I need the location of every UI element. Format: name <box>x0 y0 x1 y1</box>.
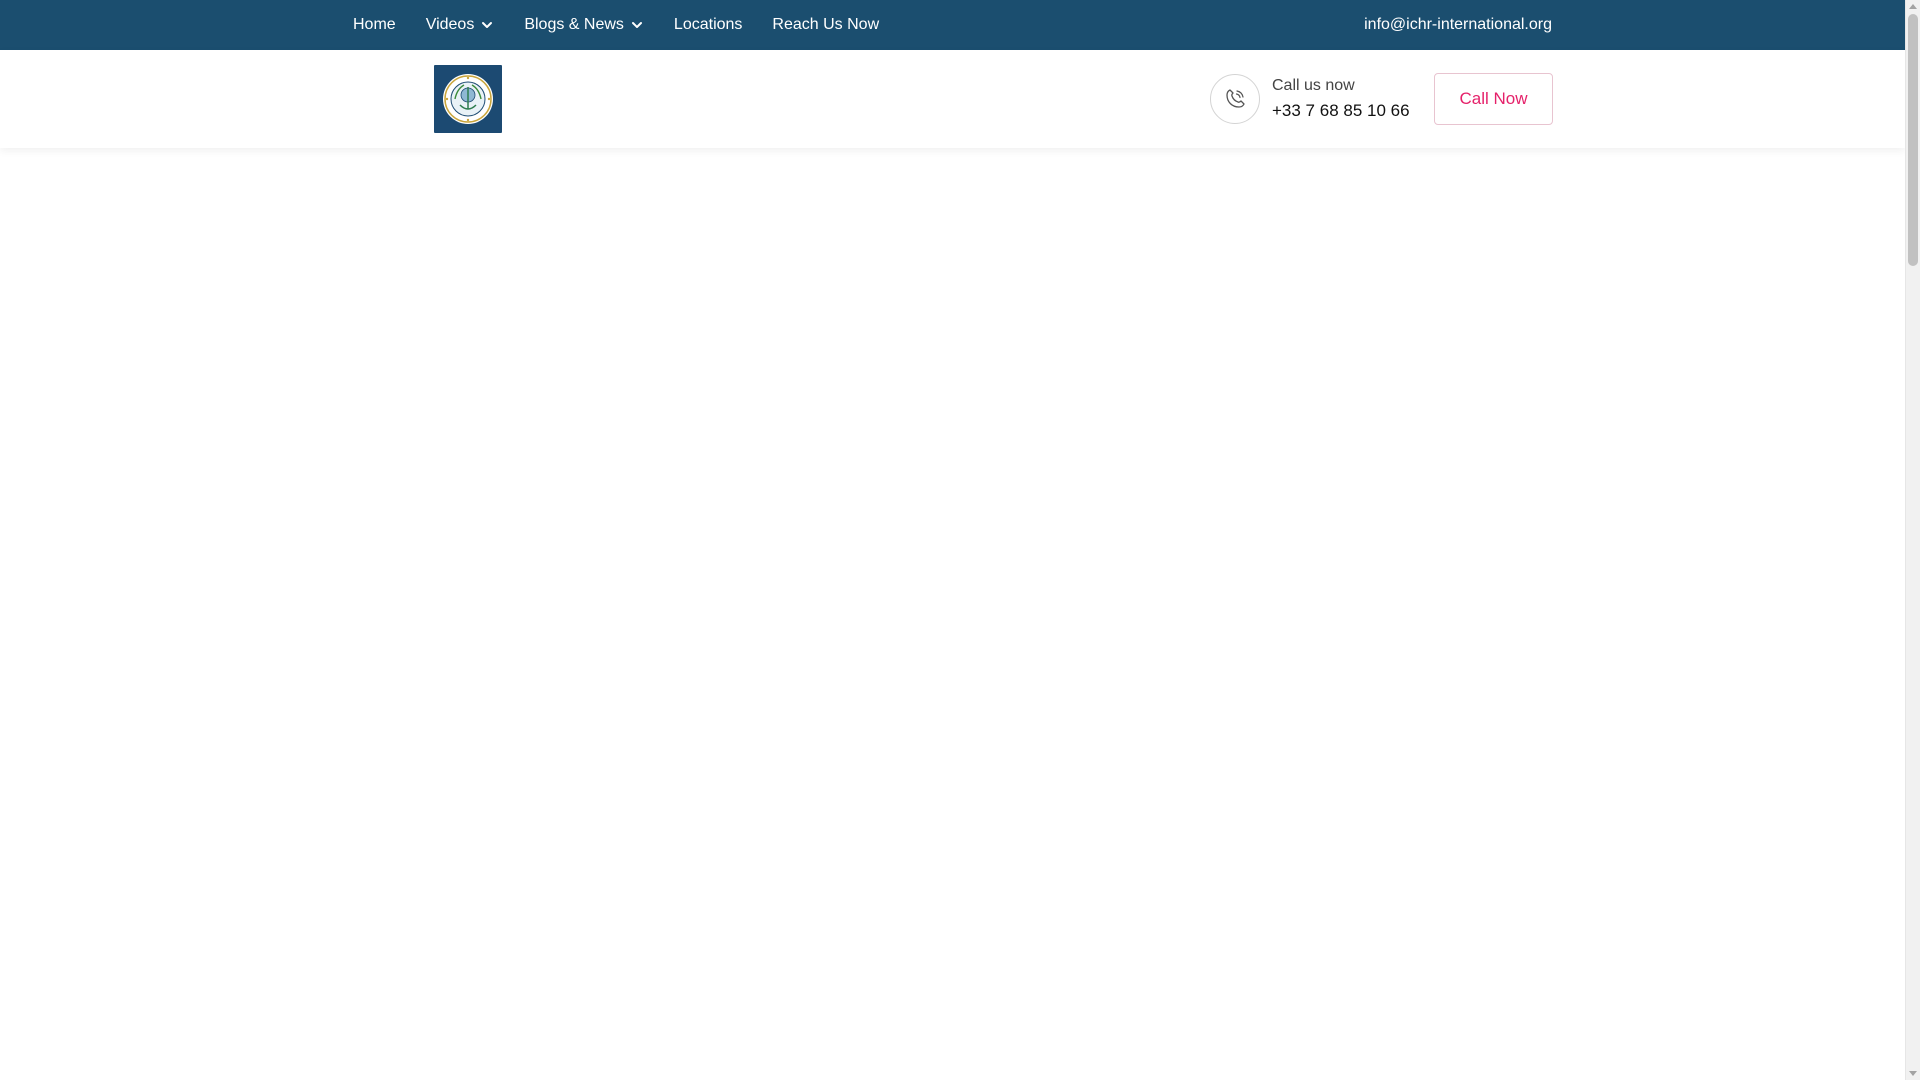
scroll-up-arrow-icon[interactable] <box>1909 4 1917 9</box>
chevron-down-icon <box>482 22 493 28</box>
nav-item-label: Blogs & News <box>524 16 624 33</box>
nav-item-videos[interactable]: Videos <box>411 0 510 50</box>
call-label: Call us now <box>1272 76 1355 94</box>
main-nav: Home Videos Blogs & News Locations Reach… <box>338 0 894 50</box>
nav-item-label: Locations <box>673 16 743 33</box>
phone-number[interactable]: +33 7 68 85 10 66 <box>1272 99 1410 123</box>
vertical-scrollbar[interactable] <box>1905 0 1920 1080</box>
phone-icon-circle <box>1210 74 1260 124</box>
nav-item-reach-us-now[interactable]: Reach Us Now <box>757 0 894 50</box>
nav-item-label: Reach Us Now <box>772 16 880 33</box>
ichr-seal-logo-icon <box>440 71 496 127</box>
page: Home Videos Blogs & News Locations Reach… <box>0 0 1920 1080</box>
nav-item-blogs-news[interactable]: Blogs & News <box>509 0 659 50</box>
scroll-down-arrow-icon[interactable] <box>1909 1071 1917 1076</box>
call-text: Call us now +33 7 68 85 10 66 <box>1272 76 1410 123</box>
nav-item-locations[interactable]: Locations <box>659 0 758 50</box>
email-link[interactable]: info@ichr-international.org <box>1364 0 1552 50</box>
phone-icon <box>1226 89 1245 108</box>
top-navigation-bar: Home Videos Blogs & News Locations Reach… <box>0 0 1905 50</box>
site-logo[interactable] <box>434 65 502 133</box>
nav-item-home[interactable]: Home <box>338 0 411 50</box>
nav-item-label: Videos <box>425 16 475 33</box>
nav-item-label: Home <box>353 16 396 33</box>
scrollbar-thumb[interactable] <box>1908 14 1918 266</box>
call-info: Call us now +33 7 68 85 10 66 <box>1210 73 1410 125</box>
call-now-button[interactable]: Call Now <box>1434 73 1553 125</box>
site-header: Call us now +33 7 68 85 10 66 Call Now <box>0 50 1905 148</box>
chevron-down-icon <box>631 22 642 28</box>
